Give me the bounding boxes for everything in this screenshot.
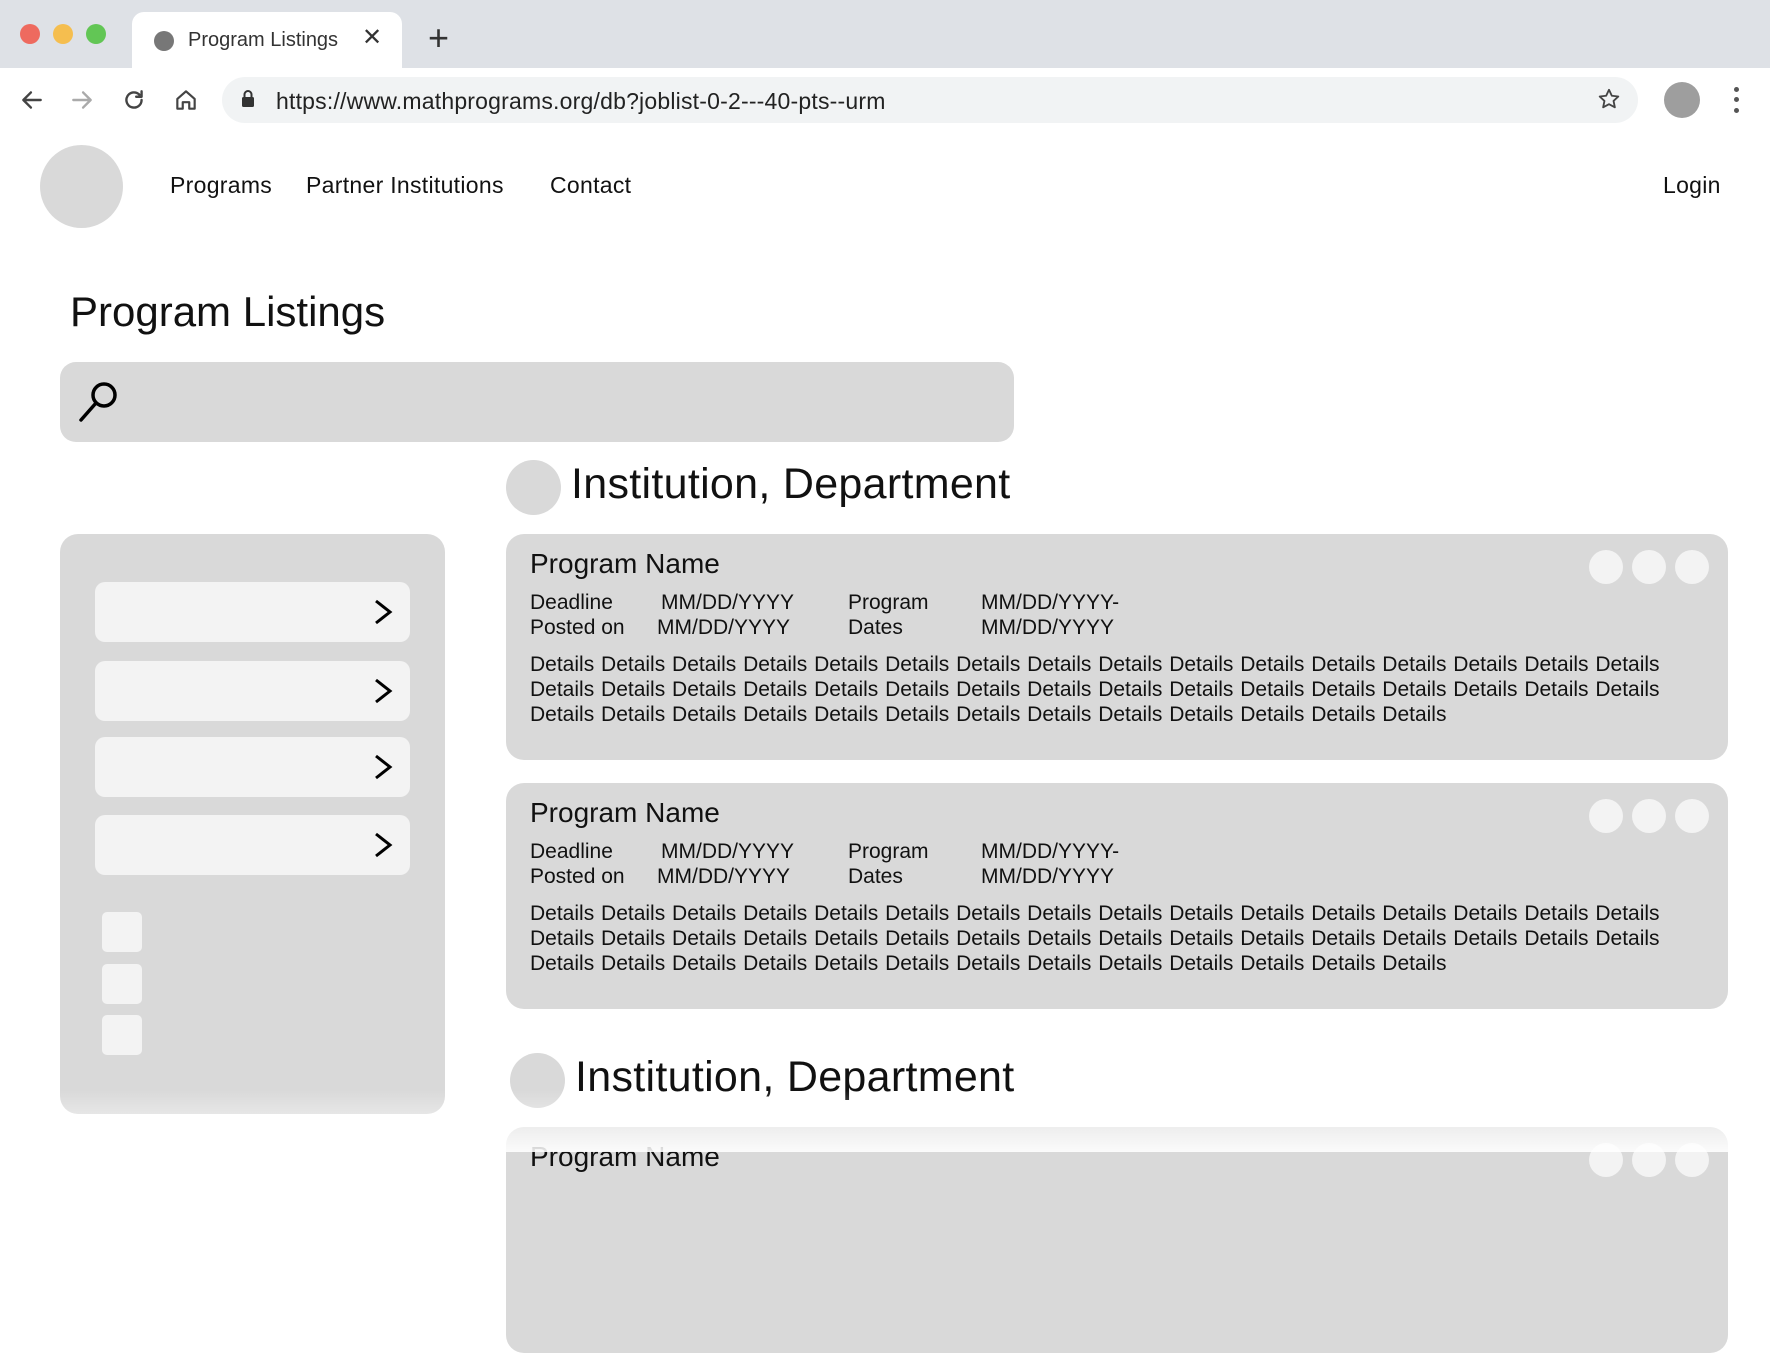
tab-close-icon[interactable]: ✕ (362, 24, 382, 52)
program-dates-label: Program Dates (848, 839, 929, 889)
nav-contact[interactable]: Contact (550, 172, 631, 199)
back-button[interactable] (16, 84, 48, 116)
browser-menu-button[interactable] (1726, 84, 1746, 116)
arrow-left-icon (22, 91, 42, 109)
home-icon (176, 90, 196, 110)
program-card[interactable]: Program Name (506, 1127, 1728, 1353)
dates-label: Dates (848, 616, 903, 639)
profile-avatar[interactable] (1664, 82, 1700, 118)
filter-item[interactable] (95, 582, 410, 642)
institution-heading: Institution, Department (575, 1053, 1015, 1101)
meta-values: MM/DD/YYYY MM/DD/YYYY (657, 839, 794, 889)
chevron-right-icon (375, 832, 393, 858)
filter-item[interactable] (95, 815, 410, 875)
chevron-right-icon (375, 599, 393, 625)
tab-title: Program Listings (188, 29, 339, 51)
deadline-value: MM/DD/YYYY (661, 840, 795, 863)
browser-toolbar: https://www.mathprograms.org/db?joblist-… (0, 68, 1770, 134)
action-dot-button[interactable] (1589, 550, 1623, 584)
action-dot-button[interactable] (1632, 1143, 1666, 1177)
reload-button[interactable] (118, 84, 150, 116)
filter-item[interactable] (95, 737, 410, 797)
action-dot-button[interactable] (1675, 799, 1709, 833)
filter-item[interactable] (95, 661, 410, 721)
program-name[interactable]: Program Name (530, 1141, 720, 1173)
chevron-right-icon (375, 754, 393, 780)
institution-logo (510, 1053, 565, 1108)
dates-end: MM/DD/YYYY (981, 865, 1115, 888)
nav-programs[interactable]: Programs (170, 172, 272, 199)
search-input[interactable] (60, 362, 1014, 442)
arrow-right-icon (72, 91, 92, 109)
program-label: Program (848, 591, 929, 614)
program-details: Details Details Details Details Details … (530, 902, 1660, 975)
dates-start: MM/DD/YYYY- (981, 840, 1120, 863)
url-text: https://www.mathprograms.org/db?joblist-… (276, 88, 886, 114)
dates-label: Dates (848, 865, 903, 888)
chevron-right-icon (375, 678, 393, 704)
home-button[interactable] (170, 84, 202, 116)
program-label: Program (848, 840, 929, 863)
posted-on-value: MM/DD/YYYY (657, 865, 791, 888)
nav-partner-institutions[interactable]: Partner Institutions (306, 172, 504, 199)
posted-on-value: MM/DD/YYYY (657, 616, 791, 639)
page-title: Program Listings (70, 288, 386, 335)
dates-start: MM/DD/YYYY- (981, 591, 1120, 614)
card-actions (1589, 550, 1709, 584)
program-name[interactable]: Program Name (530, 797, 720, 829)
deadline-label: Deadline (530, 840, 613, 863)
new-tab-button[interactable]: + (428, 20, 449, 56)
favicon-icon (154, 31, 174, 51)
filter-checkbox[interactable] (102, 964, 142, 1004)
dates-end: MM/DD/YYYY (981, 616, 1115, 639)
program-dates-value: MM/DD/YYYY- MM/DD/YYYY (981, 590, 1119, 640)
institution-heading: Institution, Department (571, 460, 1011, 508)
dot-icon (1733, 108, 1739, 114)
card-actions (1589, 1143, 1709, 1177)
posted-on-label: Posted on (530, 865, 625, 888)
institution-logo (506, 460, 561, 515)
minimize-window-button[interactable] (53, 24, 73, 44)
browser-tab[interactable]: Program Listings ✕ (132, 12, 402, 68)
deadline-label: Deadline (530, 591, 613, 614)
card-actions (1589, 799, 1709, 833)
site-logo[interactable] (40, 145, 123, 228)
filter-checkbox[interactable] (102, 912, 142, 952)
reload-icon (125, 90, 143, 109)
meta-labels: Deadline Posted on (530, 590, 625, 640)
close-window-button[interactable] (20, 24, 40, 44)
maximize-window-button[interactable] (86, 24, 106, 44)
posted-on-label: Posted on (530, 616, 625, 639)
meta-values: MM/DD/YYYY MM/DD/YYYY (657, 590, 794, 640)
bookmark-star-icon[interactable] (1596, 86, 1622, 112)
program-dates-label: Program Dates (848, 590, 929, 640)
program-details: Details Details Details Details Details … (530, 653, 1660, 726)
address-bar[interactable]: https://www.mathprograms.org/db?joblist-… (222, 77, 1638, 123)
forward-button[interactable] (66, 84, 98, 116)
program-card[interactable]: Program Name Deadline Posted on MM/DD/YY… (506, 783, 1728, 1009)
program-name[interactable]: Program Name (530, 548, 720, 580)
meta-labels: Deadline Posted on (530, 839, 625, 889)
action-dot-button[interactable] (1632, 550, 1666, 584)
login-link[interactable]: Login (1663, 172, 1721, 199)
dot-icon (1733, 86, 1739, 92)
filter-checkbox[interactable] (102, 1015, 142, 1055)
action-dot-button[interactable] (1589, 1143, 1623, 1177)
program-card[interactable]: Program Name Deadline Posted on MM/DD/YY… (506, 534, 1728, 760)
deadline-value: MM/DD/YYYY (661, 591, 795, 614)
action-dot-button[interactable] (1589, 799, 1623, 833)
action-dot-button[interactable] (1675, 1143, 1709, 1177)
search-icon (79, 382, 117, 422)
action-dot-button[interactable] (1675, 550, 1709, 584)
action-dot-button[interactable] (1632, 799, 1666, 833)
browser-tab-strip: Program Listings ✕ + (0, 0, 1770, 68)
lock-icon (242, 90, 254, 107)
program-dates-value: MM/DD/YYYY- MM/DD/YYYY (981, 839, 1119, 889)
dot-icon (1733, 97, 1739, 103)
filter-sidebar (60, 534, 445, 1114)
